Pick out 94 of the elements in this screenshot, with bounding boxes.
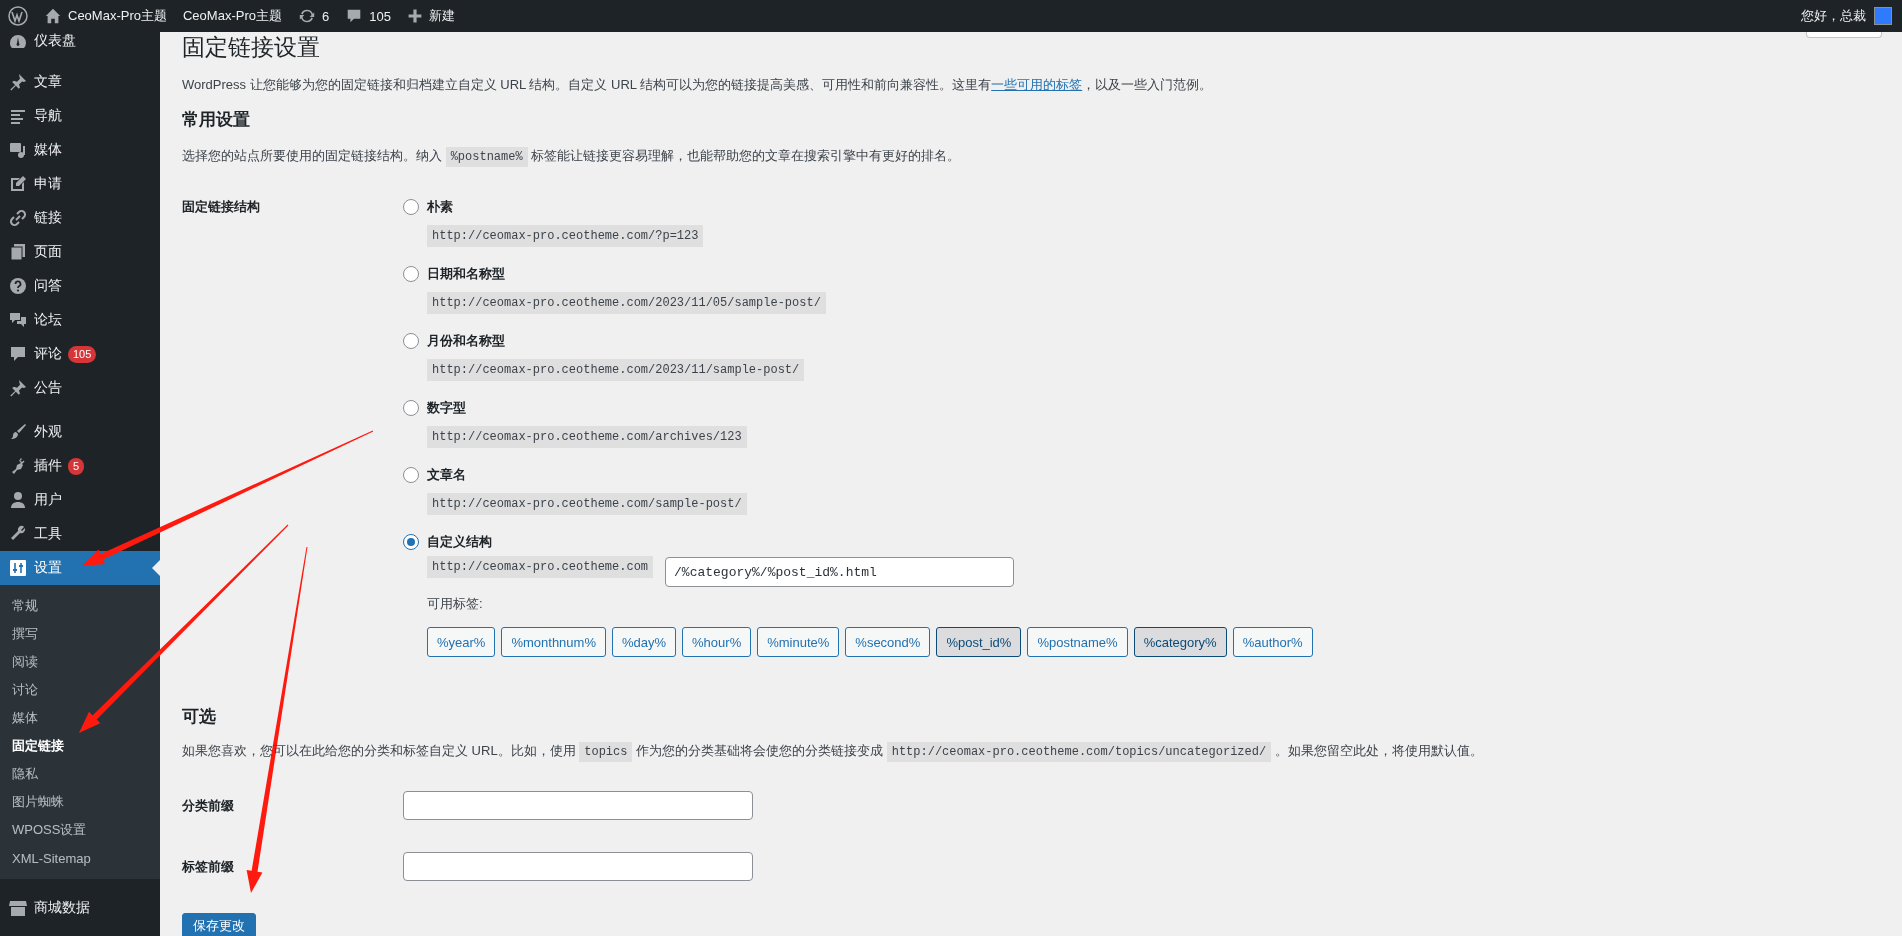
menu-item[interactable]: 导航 bbox=[0, 99, 160, 133]
option-label: 月份和名称型 bbox=[427, 332, 505, 350]
media-icon bbox=[8, 140, 28, 160]
option-label: 朴素 bbox=[427, 198, 453, 216]
option-label: 文章名 bbox=[427, 466, 466, 484]
radio-button[interactable] bbox=[403, 333, 419, 349]
section-heading: 可选 bbox=[182, 706, 217, 728]
menu-item[interactable]: 仪表盘 bbox=[0, 32, 160, 55]
radio-button[interactable] bbox=[403, 534, 419, 550]
menu-item[interactable]: 公告 bbox=[0, 371, 160, 405]
submenu-item[interactable]: XML-Sitemap bbox=[0, 844, 160, 872]
site-link[interactable]: CeoMax-Pro主题 bbox=[36, 0, 175, 32]
submenu-item[interactable]: 讨论 bbox=[0, 676, 160, 704]
submenu-item[interactable]: 固定链接 bbox=[0, 732, 160, 760]
menu-item[interactable]: 外观 bbox=[0, 415, 160, 449]
example-url: http://ceomax-pro.ceotheme.com/?p=123 bbox=[427, 225, 704, 247]
example-url: http://ceomax-pro.ceotheme.com/archives/123 bbox=[427, 426, 747, 448]
field-label: 固定链接结构 bbox=[182, 198, 260, 216]
menu-item[interactable]: 问答 bbox=[0, 269, 160, 303]
user-icon bbox=[8, 490, 28, 510]
menu-item[interactable]: 商城数据 bbox=[0, 891, 160, 925]
menu-item[interactable]: 链接 bbox=[0, 201, 160, 235]
option-label: 数字型 bbox=[427, 399, 466, 417]
tag-button[interactable]: %day% bbox=[611, 627, 677, 657]
brush-icon bbox=[8, 422, 28, 442]
text-field[interactable] bbox=[403, 852, 753, 881]
example-url: http://ceomax-pro.ceotheme.com/2023/11/sample-post/ bbox=[427, 359, 805, 381]
new-link[interactable]: 新建 bbox=[398, 0, 463, 32]
tag-button[interactable]: %post_id% bbox=[936, 627, 1022, 657]
option-label: 日期和名称型 bbox=[427, 265, 505, 283]
submenu-item[interactable]: 图片蜘蛛 bbox=[0, 788, 160, 816]
pin-icon bbox=[8, 72, 28, 92]
description: WordPress 让您能够为您的固定链接和归档建立自定义 URL 结构。自定义 URL 结构可以为您的链接提高美感、可用性和前向兼容性。这里有一些可用的标签，以及一些入门范例。 bbox=[182, 76, 1214, 94]
menu-item[interactable]: 论坛 bbox=[0, 303, 160, 337]
submenu-item[interactable]: 撰写 bbox=[0, 620, 160, 648]
store-icon bbox=[8, 898, 28, 918]
pencil-icon bbox=[8, 174, 28, 194]
menu-item[interactable]: 用户 bbox=[0, 483, 160, 517]
tag-button[interactable]: %monthnum% bbox=[501, 627, 606, 657]
tags-link[interactable]: 一些可用的标签 bbox=[991, 77, 1083, 92]
question-icon bbox=[8, 276, 28, 296]
radio-button[interactable] bbox=[403, 199, 419, 215]
submenu-item[interactable]: 媒体 bbox=[0, 704, 160, 732]
field-label: 标签前缀 bbox=[182, 857, 234, 876]
tag-button[interactable]: %author% bbox=[1232, 627, 1313, 657]
page-title: 固定链接设置 bbox=[182, 33, 320, 62]
site-link[interactable]: CeoMax-Pro主题 bbox=[174, 0, 290, 32]
help-tab[interactable] bbox=[1806, 32, 1882, 38]
submenu-item[interactable]: 常规 bbox=[0, 592, 160, 620]
text-field[interactable] bbox=[403, 791, 753, 820]
home-icon bbox=[44, 7, 62, 25]
comments-link[interactable]: 105 bbox=[337, 0, 399, 32]
tags-label: 可用标签: bbox=[427, 595, 484, 613]
menu-item[interactable]: 媒体 bbox=[0, 133, 160, 167]
radio-button[interactable] bbox=[403, 467, 419, 483]
tag-button[interactable]: %minute% bbox=[757, 627, 840, 657]
section-heading: 常用设置 bbox=[182, 108, 251, 131]
pin-icon bbox=[8, 378, 28, 398]
tag-button[interactable]: %category% bbox=[1133, 627, 1227, 657]
count-badge: 5 bbox=[68, 457, 85, 475]
updates-link[interactable]: 6 bbox=[289, 0, 338, 32]
tag-button[interactable]: %second% bbox=[845, 627, 931, 657]
pointer-icon bbox=[152, 560, 160, 576]
menu-item[interactable]: 评论 105 bbox=[0, 337, 160, 371]
menu-item[interactable]: 申请 bbox=[0, 167, 160, 201]
tag-button[interactable]: %hour% bbox=[682, 627, 752, 657]
field-label: 分类前缀 bbox=[182, 796, 234, 815]
menu-item[interactable]: 文章 bbox=[0, 65, 160, 99]
structure-field[interactable]: /%category%/%post_id%.html bbox=[665, 557, 1015, 587]
menu-item[interactable]: 设置 bbox=[0, 551, 160, 585]
tag-button[interactable]: %year% bbox=[427, 627, 496, 657]
count-badge: 105 bbox=[68, 345, 97, 363]
plus-icon bbox=[406, 8, 423, 24]
option-label: 自定义结构 bbox=[427, 533, 492, 551]
refresh-icon bbox=[297, 7, 316, 25]
description: 选择您的站点所要使用的固定链接结构。纳入 %postname% 标签能让链接更容易理解，也能帮助您的文章在搜索引擎中有更好的排名。 bbox=[182, 145, 1882, 167]
save-button[interactable]: 保存更改 bbox=[182, 912, 256, 936]
menu-item[interactable]: 页面 bbox=[0, 235, 160, 269]
submenu-item[interactable]: 隐私 bbox=[0, 760, 160, 788]
radio-button[interactable] bbox=[403, 400, 419, 416]
sliders-icon bbox=[8, 558, 28, 578]
link-icon bbox=[8, 208, 28, 228]
menu-item[interactable]: 工具 bbox=[0, 517, 160, 551]
radio-button[interactable] bbox=[403, 266, 419, 282]
submenu-item[interactable]: WPOSS设置 bbox=[0, 816, 160, 844]
submenu-item[interactable]: 阅读 bbox=[0, 648, 160, 676]
url-prefix: http://ceomax-pro.ceotheme.com bbox=[427, 556, 654, 578]
menu-item[interactable]: 插件 5 bbox=[0, 449, 160, 483]
example-url: http://ceomax-pro.ceotheme.com/sample-post/ bbox=[427, 493, 747, 515]
comment-icon bbox=[8, 344, 28, 364]
account-link[interactable]: 您好，总裁 bbox=[1801, 7, 1866, 25]
example-url: http://ceomax-pro.ceotheme.com/2023/11/05/sample-post/ bbox=[427, 292, 826, 314]
pages-icon bbox=[8, 242, 28, 262]
tag-button[interactable]: %postname% bbox=[1027, 627, 1128, 657]
